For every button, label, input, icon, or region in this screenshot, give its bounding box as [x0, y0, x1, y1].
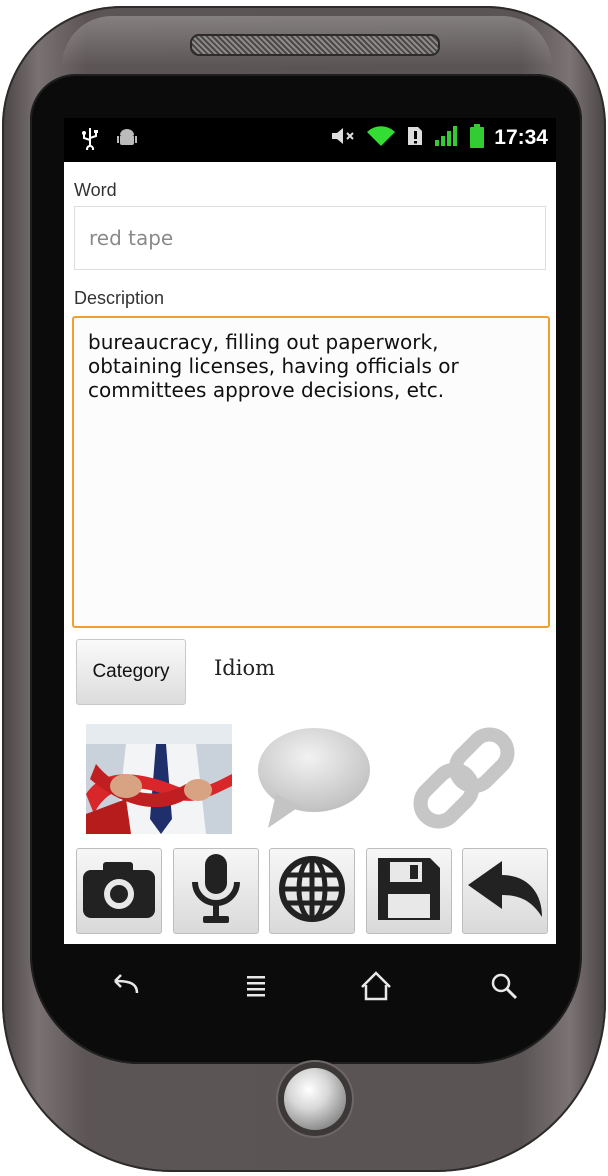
- category-button[interactable]: Category: [76, 639, 186, 705]
- nav-back-icon[interactable]: [104, 966, 144, 1006]
- action-toolbar: [76, 848, 548, 936]
- nav-home-icon[interactable]: [356, 966, 396, 1006]
- android-debug-icon: [116, 127, 138, 153]
- category-value: Idiom: [214, 656, 276, 680]
- status-time: 17:34: [494, 126, 548, 149]
- trackball-button[interactable]: [284, 1068, 346, 1130]
- sim-alert-icon: [406, 125, 424, 151]
- description-label: Description: [74, 288, 165, 308]
- camera-button[interactable]: [76, 848, 162, 934]
- word-input[interactable]: red tape: [74, 206, 546, 270]
- save-button[interactable]: [365, 848, 452, 934]
- description-input[interactable]: bureaucracy, filling out paperwork, obta…: [72, 316, 550, 628]
- speech-bubble-icon[interactable]: [254, 724, 374, 834]
- signal-icon: [434, 125, 460, 151]
- nav-search-icon[interactable]: [484, 966, 524, 1006]
- app-screen: 17:34 Word red tape Description bureaucr…: [64, 118, 556, 944]
- link-icon[interactable]: [404, 722, 524, 834]
- earpiece-speaker: [190, 34, 440, 56]
- status-bar: 17:34: [64, 118, 556, 162]
- back-icon: [466, 859, 544, 923]
- battery-icon: [470, 124, 485, 152]
- mute-icon: [330, 125, 356, 151]
- globe-icon: [278, 855, 346, 927]
- wifi-icon: [366, 124, 396, 152]
- microphone-button[interactable]: [172, 848, 259, 934]
- globe-button[interactable]: [269, 848, 355, 934]
- system-nav-bar: [64, 944, 556, 1034]
- camera-icon: [81, 858, 157, 924]
- nav-menu-icon[interactable]: [236, 966, 276, 1006]
- microphone-icon: [191, 852, 241, 930]
- save-icon: [374, 854, 444, 928]
- photo-thumbnail[interactable]: [86, 724, 232, 834]
- usb-icon: [80, 126, 100, 154]
- back-button[interactable]: [462, 848, 548, 934]
- word-label: Word: [74, 180, 117, 200]
